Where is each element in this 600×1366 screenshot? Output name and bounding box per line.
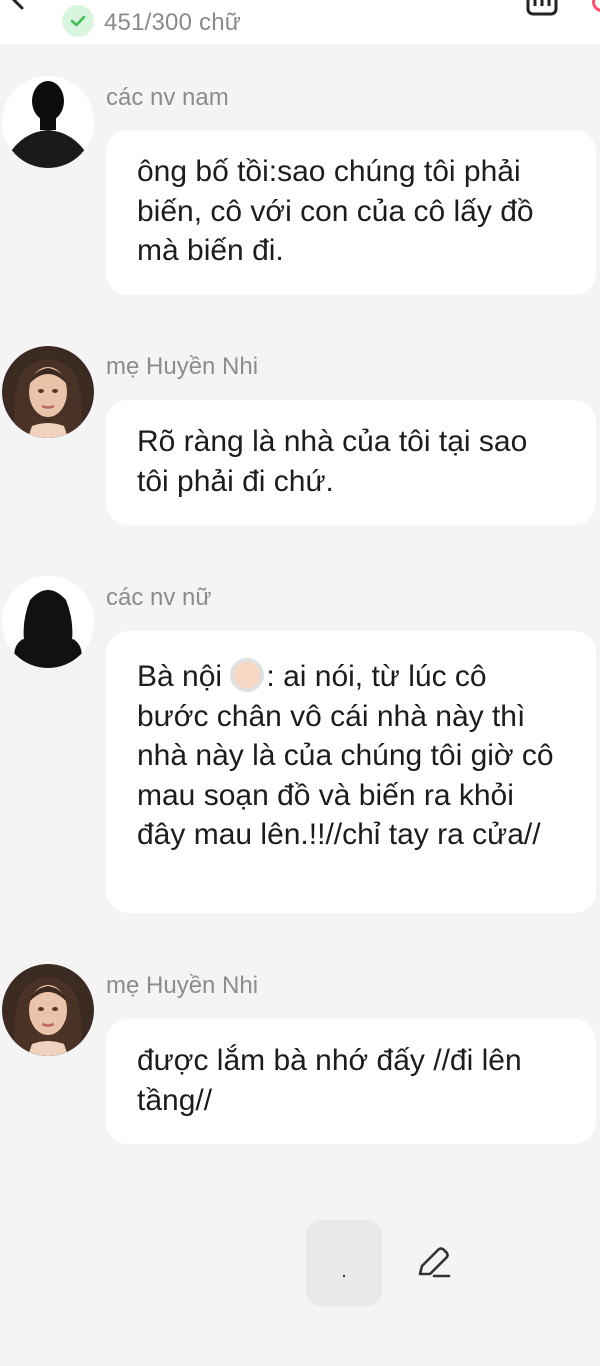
dot-key-button[interactable]: . [306, 1220, 382, 1306]
pencil-icon[interactable] [416, 1246, 452, 1280]
top-bar: 451/300 chữ [0, 0, 600, 44]
sender-name: các nv nam [106, 84, 229, 111]
message-bubble[interactable]: Rõ ràng là nhà của tôi tại sao tôi phải … [106, 400, 596, 525]
older-person-emoji-icon [230, 658, 265, 692]
word-count: 451/300 chữ [104, 9, 242, 36]
sender-name: mẹ Huyền Nhi [106, 353, 259, 380]
check-icon [62, 5, 94, 37]
sender-name: mẹ Huyền Nhi [106, 972, 259, 999]
sender-name: các nv nữ [106, 584, 212, 611]
message-bubble[interactable]: Bà nội : ai nói, từ lúc cô bước chân vô … [106, 631, 596, 913]
menu-icon[interactable] [526, 0, 558, 16]
message-bubble[interactable]: được lắm bà nhớ đấy //đi lên tầng// [106, 1019, 596, 1144]
notification-icon[interactable] [592, 0, 600, 12]
avatar-woman-portrait[interactable] [2, 964, 94, 1056]
chevron-left-icon[interactable] [8, 0, 28, 10]
message-bubble[interactable]: ông bố tồi:sao chúng tôi phải biến, cô v… [106, 130, 596, 295]
avatar-woman-portrait[interactable] [2, 346, 94, 438]
avatar-male-silhouette[interactable] [2, 76, 94, 168]
message-text: Bà nội [137, 660, 231, 693]
dot-key-label: . [341, 1260, 347, 1282]
avatar-female-silhouette[interactable] [2, 576, 94, 668]
